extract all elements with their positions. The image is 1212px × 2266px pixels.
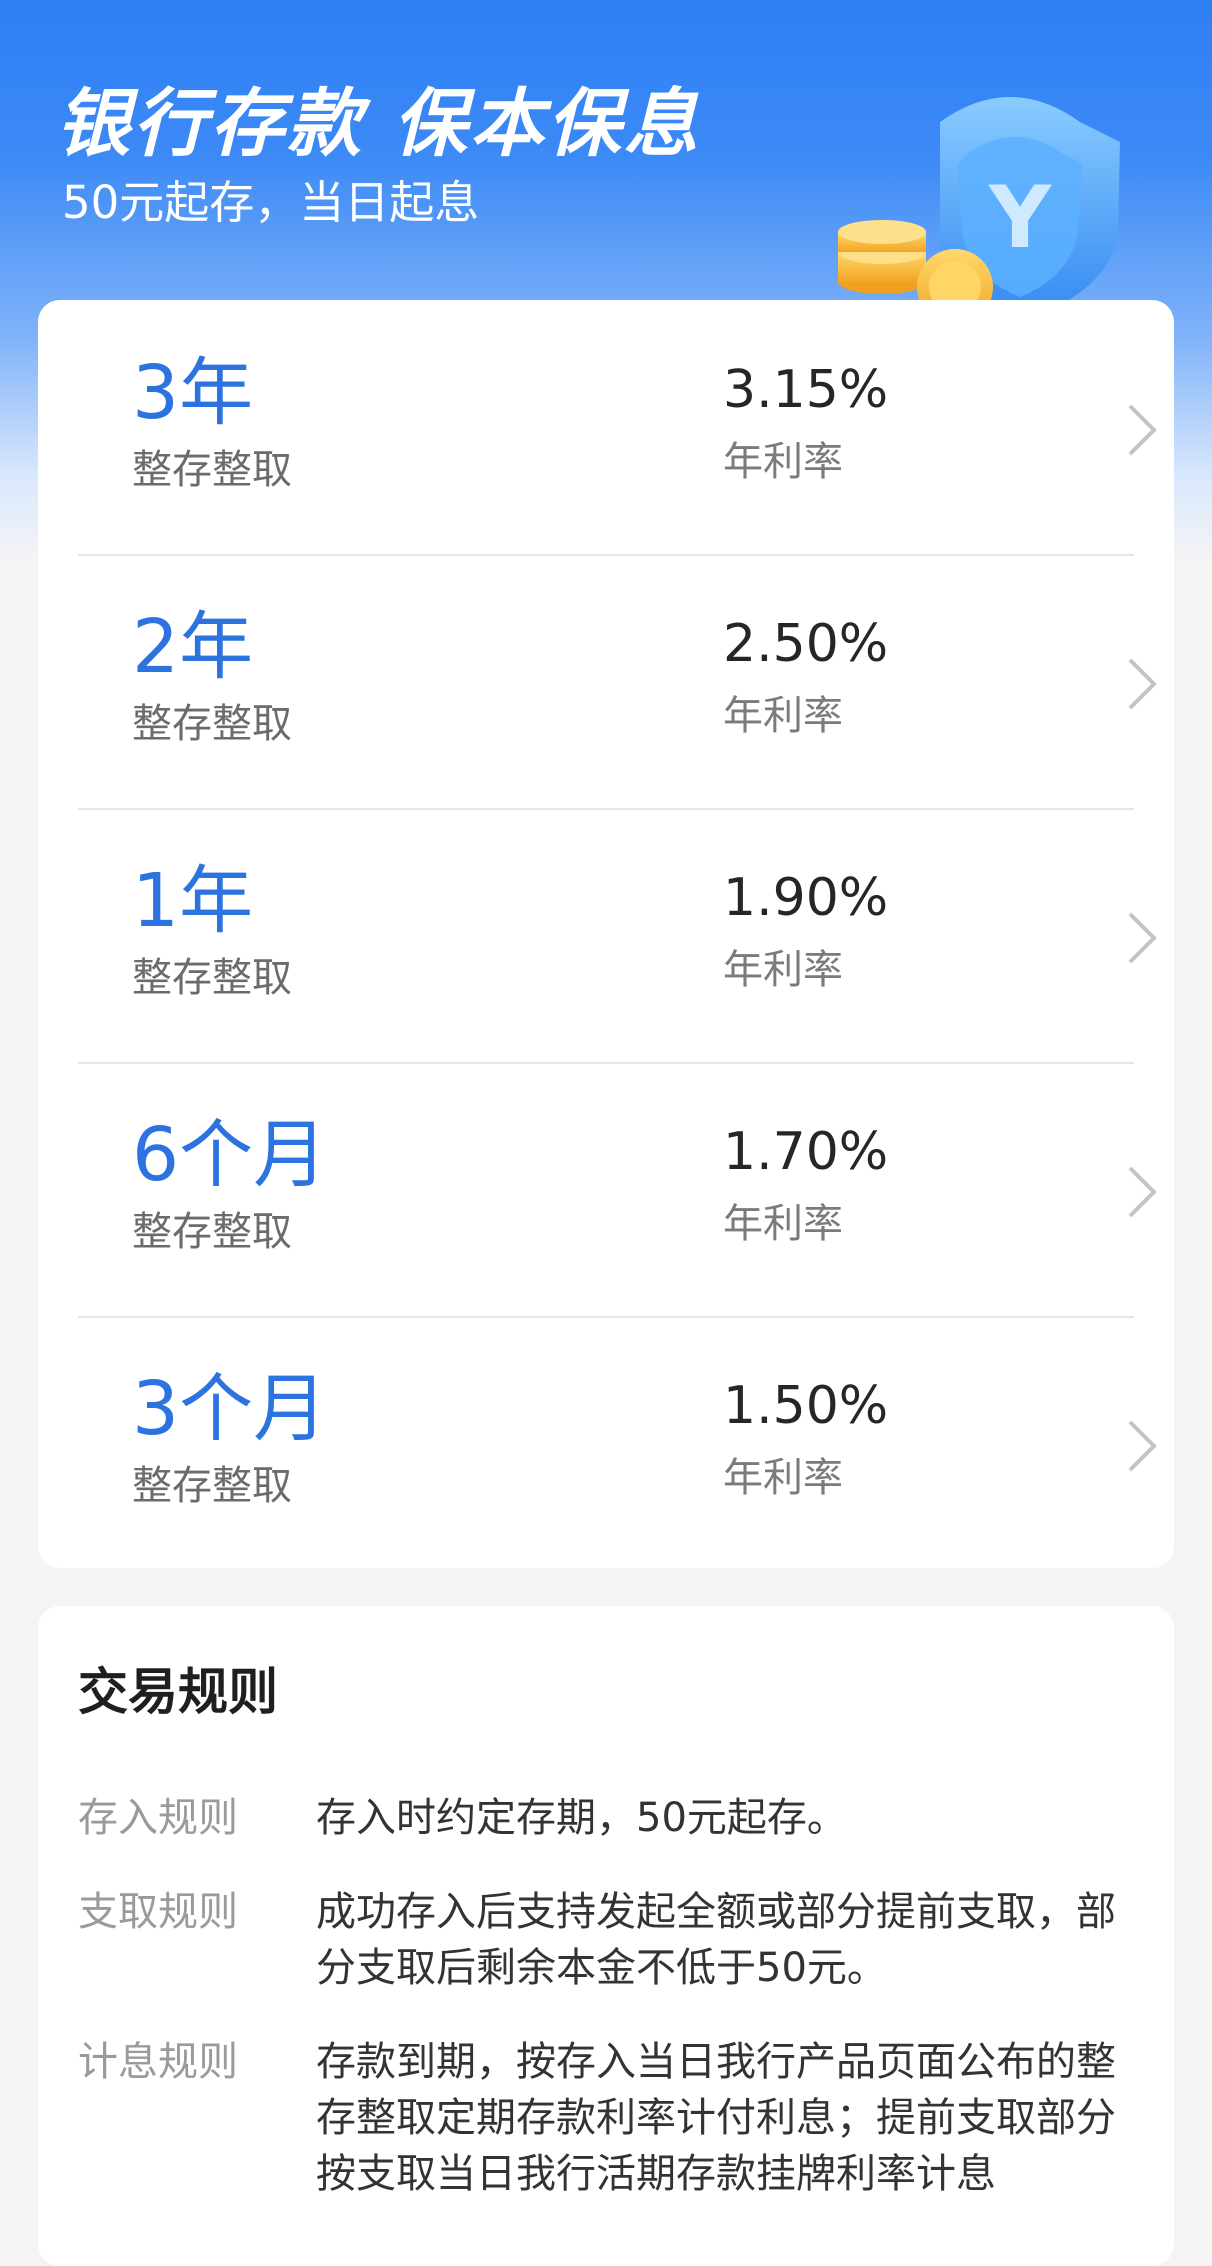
interest-rate-label: 年利率 — [723, 693, 843, 739]
term-label: 3个月 — [132, 1366, 328, 1452]
product-row-6-month[interactable]: 6个月 整存整取 1.70% 年利率 — [78, 1062, 1157, 1318]
term-label: 1年 — [132, 858, 254, 944]
interest-rate-label: 年利率 — [723, 947, 843, 993]
product-row-3-year[interactable]: 3年 整存整取 3.15% 年利率 — [78, 300, 1157, 556]
hero-title: 银行存款 保本保息 — [56, 81, 701, 167]
interest-rate-label: 年利率 — [723, 1455, 843, 1501]
deposit-type: 整存整取 — [132, 701, 292, 747]
deposit-type: 整存整取 — [132, 1209, 292, 1255]
chevron-right-icon — [1128, 1420, 1157, 1472]
deposit-type: 整存整取 — [132, 1463, 292, 1509]
interest-rate-label: 年利率 — [723, 1201, 843, 1247]
deposit-product-list: 3年 整存整取 3.15% 年利率 2年 整存整取 2.50% 年利率 1年 整… — [38, 300, 1174, 1568]
chevron-right-icon — [1128, 404, 1157, 456]
chevron-right-icon — [1128, 1166, 1157, 1218]
term-label: 3年 — [132, 350, 254, 436]
rules-title: 交易规则 — [78, 1663, 278, 1721]
rule-label-withdrawal: 支取规则 — [78, 1889, 238, 1935]
product-row-3-month[interactable]: 3个月 整存整取 1.50% 年利率 — [78, 1316, 1157, 1570]
product-row-2-year[interactable]: 2年 整存整取 2.50% 年利率 — [78, 554, 1157, 810]
chevron-right-icon — [1128, 658, 1157, 710]
rule-label-interest: 计息规则 — [78, 2039, 238, 2085]
svg-text:Y: Y — [988, 168, 1053, 268]
shield-coins-icon: Y — [838, 97, 1120, 322]
hero-subtitle: 50元起存，当日起息 — [62, 176, 480, 229]
rule-text-interest: 存款到期，按存入当日我行产品页面公布的整存整取定期存款利率计付利息；提前支取部分… — [316, 2039, 1116, 2197]
term-label: 6个月 — [132, 1112, 328, 1198]
interest-rate: 1.50% — [723, 1376, 889, 1436]
deposit-type: 整存整取 — [132, 955, 292, 1001]
interest-rate-label: 年利率 — [723, 439, 843, 485]
product-row-1-year[interactable]: 1年 整存整取 1.90% 年利率 — [78, 808, 1157, 1064]
interest-rate: 1.90% — [723, 868, 889, 928]
interest-rate: 3.15% — [723, 360, 889, 420]
interest-rate: 1.70% — [723, 1122, 889, 1182]
rule-text-deposit: 存入时约定存期，50元起存。 — [316, 1795, 847, 1841]
chevron-right-icon — [1128, 912, 1157, 964]
rule-text-withdrawal: 成功存入后支持发起全额或部分提前支取，部分支取后剩余本金不低于50元。 — [316, 1889, 1116, 1991]
interest-rate: 2.50% — [723, 614, 889, 674]
trading-rules-card: 交易规则 存入规则 存入时约定存期，50元起存。 支取规则 成功存入后支持发起全… — [38, 1606, 1174, 2266]
term-label: 2年 — [132, 604, 254, 690]
rule-label-deposit: 存入规则 — [78, 1795, 238, 1841]
deposit-type: 整存整取 — [132, 447, 292, 493]
